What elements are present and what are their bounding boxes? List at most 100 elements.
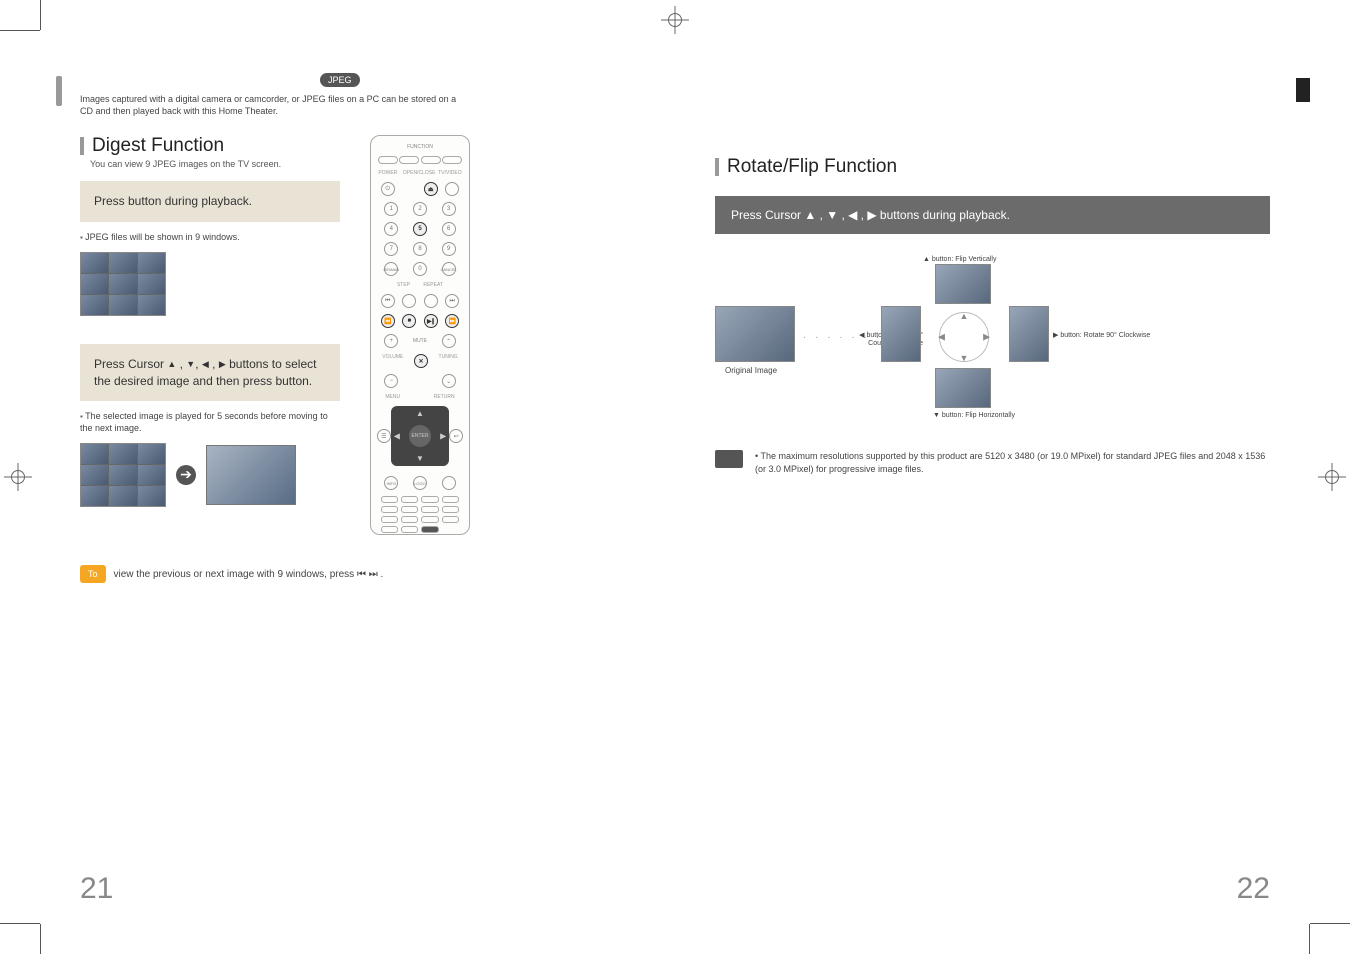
remote-power-row: ⏻ ⏏ [377,182,463,196]
note-row: • The maximum resolutions supported by t… [715,450,1270,475]
right-step-box: Press Cursor ▲ , ▼ , ◀ , ▶ buttons durin… [715,196,1270,234]
ring-down-icon: ▼ [960,353,969,363]
arrow-ring: ▲ ▼ ◀ ▶ [939,312,989,362]
rotate-cw-image [1009,306,1049,362]
remote-label-row: POWER OPEN/CLOSE TV/VIDEO [377,170,463,176]
power-button: ⏻ [381,182,395,196]
remote-tab [442,156,462,164]
repeat-button [424,294,438,308]
small-btn [442,516,459,523]
left-columns: Digest Function You can view 9 JPEG imag… [80,135,635,535]
remote-tab [421,156,441,164]
tip-row: To view the previous or next image with … [80,565,635,583]
remote-label: RETURN [434,394,455,400]
small-btn [381,506,398,513]
small-btn [442,496,459,503]
remote-top-row [377,156,463,164]
mute-button: ✕ [414,354,428,368]
up-triangle-icon: ▲ [167,358,176,371]
step2-box: Press Cursor ▲ , ▼, ◀ , ▶ buttons to sel… [80,344,340,402]
small-btn [381,526,398,533]
num-9: 9 [442,242,456,256]
digest-caption: You can view 9 JPEG images on the TV scr… [90,159,340,169]
remote-label-row: VOLUME ✕ TUNING [377,354,463,368]
page-left: JPEG Images captured with a digital came… [40,30,675,924]
tuning-up: ⌃ [442,334,456,348]
numpad-row: 7 8 9 [377,242,463,256]
thumb-cell [138,444,165,464]
note-text: • The maximum resolutions supported by t… [755,450,1270,475]
vol-down: − [384,374,398,388]
small-btn [442,506,459,513]
remote-tab [399,156,419,164]
page-right: Rotate/Flip Function Press Cursor ▲ , ▼ … [675,30,1310,924]
thumb-cell [81,465,108,485]
digest-button [401,526,418,533]
down-triangle-icon: ▼ [186,358,195,371]
thumb-cell [109,444,136,464]
ring-left-icon: ◀ [938,332,945,343]
tip-text: view the previous or next image with 9 w… [114,569,384,580]
right-triangle-icon: ▶ [219,358,226,371]
intro-text: Images captured with a digital camera or… [80,93,460,117]
thumb-cell [81,253,108,273]
tip-badge: To [80,565,106,583]
result-row: ➔ [80,443,340,507]
flip-vertical-label: ▲ button: Flip Vertically [923,256,996,263]
side-tab-right [1296,78,1310,102]
thumb-cell [109,253,136,273]
dsp-eq-button [421,526,438,533]
info-row: INFO LOGO [377,476,463,490]
thumb-cell [138,486,165,506]
slow-button [401,506,418,513]
vol-row: + MUTE ⌃ [377,334,463,348]
crop-mark [1309,924,1310,954]
bottom-grid [381,496,458,533]
heading-bar-icon [715,158,719,176]
flip-vertical-image [935,264,991,304]
thumb-cell [109,486,136,506]
enter-button: ENTER [409,425,431,447]
num-2: 2 [413,202,427,216]
mute-label: MUTE [413,338,427,344]
spread-wrapper: JPEG Images captured with a digital came… [40,30,1310,924]
flip-horizontal-label: ▼ button: Flip Horizontally [933,412,1015,419]
remote-label: OPEN/CLOSE [403,170,436,176]
enlarged-photo [206,445,296,505]
transport-row-2: ⏪ ■ ▶∥ ⏩ [377,314,463,328]
numpad-row: 4 5 6 [377,222,463,236]
small-btn [421,496,438,503]
rotate-ccw-image [881,306,921,362]
remote-label: VOLUME [382,354,403,368]
note-text-content: The maximum resolutions supported by thi… [755,451,1265,474]
remote-label-row: STEP REPEAT [377,282,463,288]
return-button: ↩ [449,429,463,443]
step2-pre: Press Cursor [94,357,167,371]
thumbnail-grid [80,252,166,316]
mo-st-button [401,516,418,523]
step-button [402,294,416,308]
digest-column: Digest Function You can view 9 JPEG imag… [80,135,340,535]
num-1: 1 [384,202,398,216]
ring-right-icon: ▶ [983,332,990,343]
thumb-cell [81,295,108,315]
num-5: 5 [413,222,427,236]
logo-button: LOGO [413,476,427,490]
left-triangle-icon: ◀ [202,358,209,371]
registration-mark [4,463,32,491]
dpad-row: ☰ ▲ ▼ ◀ ▶ ENTER ↩ [377,406,463,466]
crop-mark [1310,923,1350,924]
remote-function-label: FUNCTION [407,144,433,150]
thumb-cell [109,465,136,485]
stop-button: ■ [402,314,416,328]
section-heading-right: Rotate/Flip Function [715,156,1270,178]
page-number-right: 22 [1237,872,1270,906]
spacer [402,182,416,196]
crop-mark [0,30,40,31]
rotate-cw-label: ▶ button: Rotate 90° Clockwise [1053,332,1150,340]
transport-row: ⏮ ⏭ [377,294,463,308]
note-badge [715,450,743,468]
remain-button: REMAIN [384,262,398,276]
page-number-left: 21 [80,872,113,906]
remote-label: STEP [397,282,410,288]
